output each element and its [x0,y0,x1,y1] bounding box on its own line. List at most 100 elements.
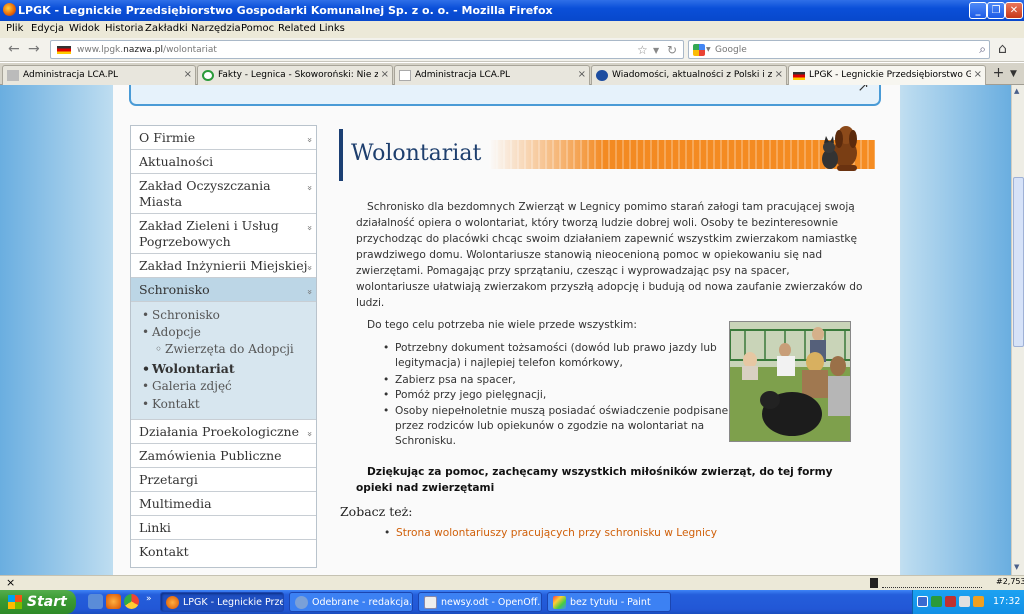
quicklaunch-chrome-icon[interactable] [124,594,139,609]
taskbar-item-openoffice[interactable]: newsy.odt - OpenOff... [418,592,542,612]
tray-update-icon[interactable] [973,596,984,607]
sidebar-item-schronisko[interactable]: Schronisko » [131,278,316,302]
taskbar-item-firefox[interactable]: LPGK - Legnickie Prze... [160,592,284,612]
bullet-icon: • [383,342,390,354]
scroll-down-icon[interactable]: ▼ [1014,563,1019,571]
sidebar-item-dzialania-proekologiczne[interactable]: Działania Proekologiczne » [131,420,316,444]
taskbar-item-paint[interactable]: bez tytułu - Paint [547,592,671,612]
sidebar-item-kontakt[interactable]: Kontakt [131,540,316,567]
tab-administracja-1[interactable]: Administracja LCA.PL × [2,65,196,85]
menu-related-links[interactable]: Related Links [278,23,345,34]
menu-plik[interactable]: Plik [6,23,23,34]
tab-close-icon[interactable]: × [381,69,389,80]
tab-list-icon[interactable]: ▼ [1010,69,1017,79]
tab-close-icon[interactable]: × [775,69,783,80]
menu-edycja[interactable]: Edycja [31,23,64,34]
quicklaunch-firefox-icon[interactable] [106,594,121,609]
sidebar-item-multimedia[interactable]: Multimedia [131,492,316,516]
submenu-item-wolontariat[interactable]: • Wolontariat [142,361,235,376]
tray-antivirus-icon[interactable] [945,596,956,607]
sidebar-item-label: Zamówienia Publiczne [139,448,282,463]
maximize-button[interactable]: ❐ [987,2,1005,19]
url-dropdown-icon[interactable]: ▼ [653,46,659,55]
volunteers-link-text[interactable]: Strona wolontariuszy pracujących przy sc… [396,527,717,539]
sidebar-item-linki[interactable]: Linki [131,516,316,540]
reload-icon[interactable]: ↻ [667,43,677,57]
bullet-icon: • [383,405,390,417]
tab-close-icon[interactable]: × [578,69,586,80]
sidebar-item-label: Multimedia [139,496,212,511]
submenu-item-kontakt[interactable]: • Kontakt [142,397,200,411]
sidebar-item-aktualnosci[interactable]: Aktualności [131,150,316,174]
sidebar-item-zaklad-zieleni[interactable]: Zakład Zieleni i Usług Pogrzebowych » [131,214,316,254]
tab-fakty[interactable]: Fakty - Legnica - Skoworoński: Nie zmien… [197,65,393,85]
url-text[interactable]: www.lpgk.nazwa.pl/wolontariat [77,45,217,55]
bookmark-star-icon[interactable]: ☆ [637,43,648,57]
quicklaunch-explorer-icon[interactable] [88,594,103,609]
google-icon [693,44,705,56]
activity-graph [882,579,982,588]
menu-widok[interactable]: Widok [69,23,100,34]
menu-pomoc[interactable]: Pomoc [241,23,274,34]
tray-network-icon[interactable] [917,596,928,607]
home-icon[interactable]: ⌂ [998,41,1007,57]
addon-icon[interactable] [870,578,878,588]
thanks-line-1: Dziękując za pomoc, zachęcamy wszystkich… [367,466,833,478]
sidebar-item-zaklad-oczyszczania[interactable]: Zakład Oczyszczania Miasta » [131,174,316,214]
intro-line-4: prawdziwego domu. Wolontariusze stanowią… [356,249,823,261]
sidebar-item-o-firmie[interactable]: O Firmie » [131,126,316,150]
window-title-bar[interactable]: LPGK - Legnickie Przedsiębiorstwo Gospod… [0,0,1024,21]
forward-arrow-icon[interactable]: → [28,42,40,56]
sidebar-item-label: Schronisko [139,282,210,297]
volunteers-page-link[interactable]: • Strona wolontariuszy pracujących przy s… [384,527,717,539]
url-bar[interactable]: www.lpgk.nazwa.pl/wolontariat ☆ ▼ ↻ [50,40,684,59]
search-bar[interactable]: ▼ ⌕ [688,40,990,59]
sidebar-item-zamowienia-publiczne[interactable]: Zamówienia Publiczne [131,444,316,468]
start-button[interactable]: Start [0,590,76,614]
submenu-item-adopcje[interactable]: • Adopcje [142,325,201,339]
tray-clock[interactable]: 17:32 [993,596,1020,607]
menu-narzedzia[interactable]: Narzędzia [191,23,241,34]
menu-zakladki[interactable]: Zakładki [145,23,188,34]
submenu-item-schronisko[interactable]: • Schronisko [142,308,220,322]
tab-administracja-2[interactable]: Administracja LCA.PL × [394,65,590,85]
search-input[interactable] [715,43,965,56]
tab-page-icon [596,70,608,81]
document-icon [424,596,437,609]
sidebar-item-przetargi[interactable]: Przetargi [131,468,316,492]
scroll-up-icon[interactable]: ▲ [1014,87,1019,95]
back-arrow-icon[interactable]: ← [8,42,20,56]
engine-dropdown-icon[interactable]: ▼ [706,46,711,53]
minimize-button[interactable]: _ [969,2,987,19]
requirement-item-cont: legitymacja) i najlepiej telefon komórko… [395,357,623,369]
tray-volume-icon[interactable] [959,596,970,607]
tab-close-icon[interactable]: × [974,69,982,80]
sidebar-item-zaklad-inzynierii[interactable]: Zakład Inżynierii Miejskiej» [131,254,316,278]
search-icon[interactable]: ⌕ [979,42,986,57]
close-addon-bar-icon[interactable]: × [6,576,15,589]
sidebar-item-label: Przetargi [139,472,198,487]
tab-close-icon[interactable]: × [184,69,192,80]
submenu-item-galeria[interactable]: • Galeria zdjęć [142,379,232,393]
dogs-illustration-icon [822,126,857,171]
tray-security-icon[interactable] [931,596,942,607]
content-title-bar: Wolontariat [339,126,875,181]
scrollbar-thumb[interactable] [1013,177,1024,347]
new-tab-button[interactable]: + [990,65,1007,85]
submenu-item-zwierzeta-do-adopcji[interactable]: ◦ Zwierzęta do Adopcji [155,342,294,356]
bullet-icon: • [142,361,150,376]
vertical-scrollbar[interactable]: ▲ ▼ [1011,85,1024,575]
requirement-item: • Osoby niepełnoletnie muszą posiadać ośw… [383,405,729,417]
menu-historia[interactable]: Historia [105,23,144,34]
tab-wiadomosci[interactable]: Wiadomości, aktualności z Polski i ze Św… [591,65,787,85]
sidebar-menu: O Firmie » Aktualności Zakład Oczyszczani… [130,125,317,568]
chevron-down-icon: » [304,431,315,437]
taskbar-item-mail[interactable]: Odebrane - redakcja... [289,592,413,612]
quicklaunch-more-icon[interactable]: » [146,594,152,604]
title-accent-bar [339,129,343,181]
tab-lpgk[interactable]: LPGK - Legnickie Przedsiębiorstwo Gospo.… [788,65,986,85]
firefox-icon [166,596,179,609]
close-button[interactable]: ✕ [1005,2,1023,19]
volunteers-photo [729,321,851,442]
tab-bar: Administracja LCA.PL × Fakty - Legnica - … [0,63,1024,85]
